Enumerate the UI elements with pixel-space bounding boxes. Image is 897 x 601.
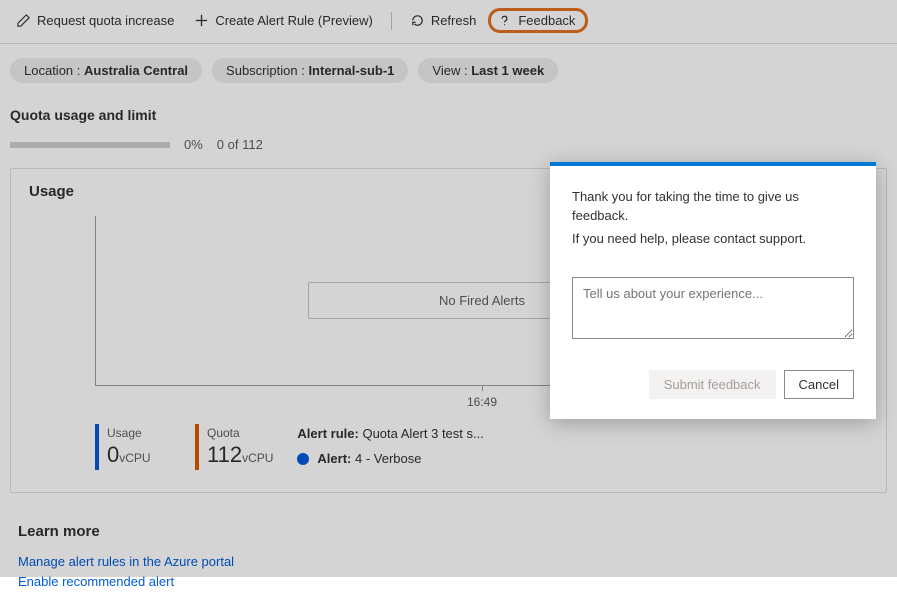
feedback-button-row: Submit feedback Cancel: [572, 370, 854, 399]
feedback-textarea[interactable]: [572, 277, 854, 339]
feedback-dialog: Thank you for taking the time to give us…: [550, 162, 876, 419]
submit-feedback-button[interactable]: Submit feedback: [649, 370, 776, 399]
feedback-dialog-line1: Thank you for taking the time to give us…: [572, 188, 854, 226]
cancel-button[interactable]: Cancel: [784, 370, 854, 399]
feedback-dialog-line2: If you need help, please contact support…: [572, 230, 854, 249]
